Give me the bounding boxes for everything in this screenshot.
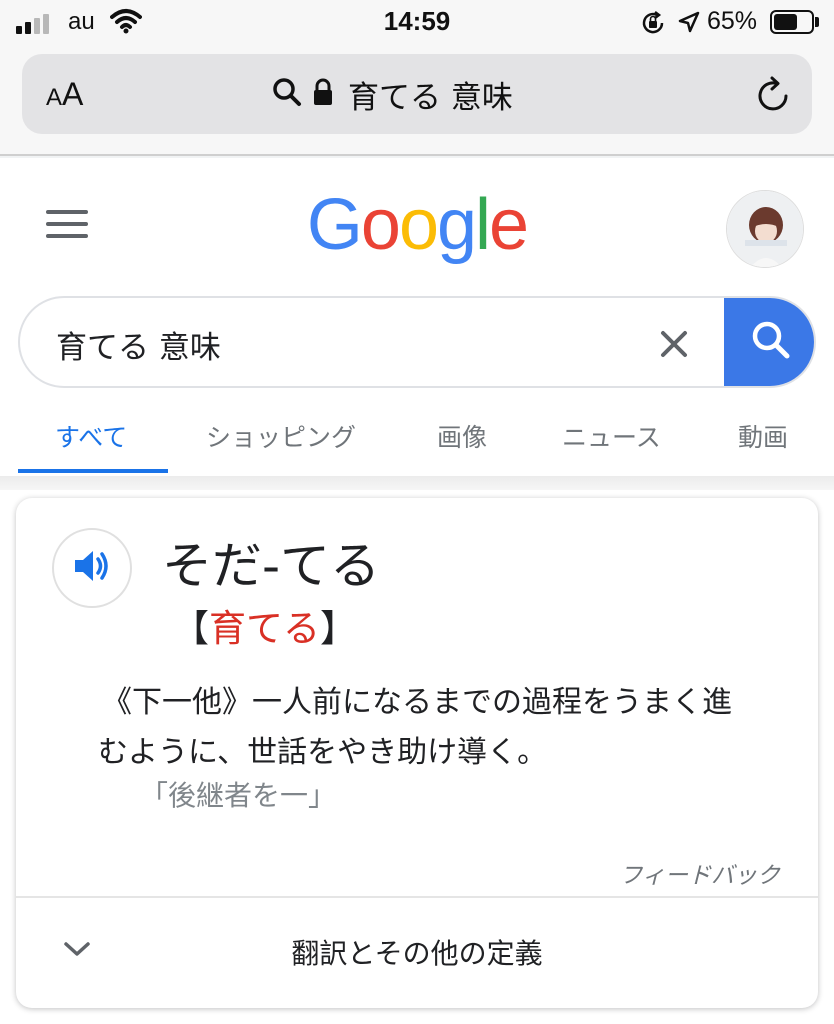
search-input[interactable]: 育てる 意味 xyxy=(56,322,221,367)
kanji-text: 育てる xyxy=(209,607,320,650)
active-tab-indicator xyxy=(18,469,168,473)
lock-icon xyxy=(312,77,334,111)
bracket-close: 】 xyxy=(320,607,357,650)
google-logo-letter: g xyxy=(437,185,477,265)
rotation-lock-icon xyxy=(640,10,666,41)
search-icon xyxy=(272,77,302,111)
url-text: 育てる 意味 xyxy=(348,79,513,116)
speaker-icon xyxy=(72,548,112,588)
search-box[interactable]: 育てる 意味 xyxy=(18,296,816,388)
url-display[interactable]: 育てる 意味 xyxy=(272,72,513,116)
more-definitions-label: 翻訳とその他の定義 xyxy=(291,937,543,970)
tab-shopping[interactable]: ショッピング xyxy=(206,418,356,454)
feedback-link[interactable]: フィードバック xyxy=(619,856,780,890)
google-logo-letter: l xyxy=(475,185,491,265)
battery-cap xyxy=(815,17,819,27)
bracket-open: 【 xyxy=(172,607,209,650)
pronunciation-button[interactable] xyxy=(52,528,132,608)
tab-videos[interactable]: 動画 xyxy=(738,418,788,454)
search-tabs: すべて ショッピング 画像 ニュース 動画 xyxy=(0,398,834,478)
google-logo-letter: o xyxy=(398,185,439,265)
definition-text: 《下一他》一人前になるまでの過程をうまく進 むように、世話をやき助け導く。 xyxy=(98,678,798,778)
google-logo-letter: G xyxy=(306,185,363,265)
tab-images[interactable]: 画像 xyxy=(437,418,487,454)
example-text: 「後継者を一」 xyxy=(140,779,337,812)
status-bar: au 14:59 65% xyxy=(0,0,834,44)
text-size-large-glyph: A xyxy=(62,76,84,112)
avatar[interactable] xyxy=(726,190,804,268)
tabs-divider xyxy=(0,476,834,490)
google-logo[interactable]: Google xyxy=(0,184,834,266)
definition-line-2: むように、世話をやき助け導く。 xyxy=(98,735,548,770)
text-size-small-glyph: A xyxy=(46,84,63,111)
definition-line-1: 《下一他》一人前になるまでの過程をうまく進 xyxy=(102,685,732,720)
tab-all[interactable]: すべて xyxy=(55,418,127,454)
word-kanji: 【育てる】 xyxy=(172,598,357,652)
search-button[interactable] xyxy=(724,298,814,386)
battery-percent: 65% xyxy=(707,7,758,35)
tab-news[interactable]: ニュース xyxy=(562,418,661,454)
address-bar[interactable]: AA 育てる 意味 xyxy=(22,54,812,134)
clear-icon[interactable] xyxy=(654,324,694,364)
location-icon xyxy=(677,10,701,39)
battery-icon xyxy=(770,10,814,34)
word-reading: そだ-てる xyxy=(162,537,381,595)
google-logo-letter: o xyxy=(360,185,401,265)
text-size-button[interactable]: AA xyxy=(46,76,83,113)
google-logo-letter: e xyxy=(489,185,529,265)
dictionary-card: そだ-てる 【育てる】 《下一他》一人前になるまでの過程をうまく進 むように、世… xyxy=(16,498,818,1008)
battery-level xyxy=(774,14,797,30)
google-page: Google 育てる 意味 すべて ショッピング 画像 ニュース 動画 そだ-て… xyxy=(0,158,834,1024)
browser-toolbar: AA 育てる 意味 xyxy=(0,44,834,156)
reload-icon[interactable] xyxy=(755,74,793,118)
more-definitions-row[interactable]: 翻訳とその他の定義 xyxy=(16,898,818,1008)
search-icon xyxy=(749,318,793,366)
